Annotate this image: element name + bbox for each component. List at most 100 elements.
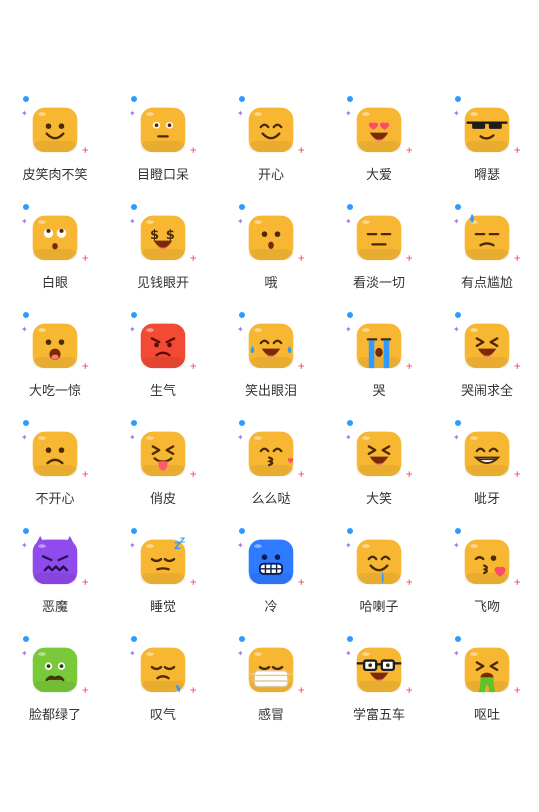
eye-roll-icon[interactable]: ✦ + [21, 204, 89, 264]
nerd-glasses-icon[interactable]: ✦ + [345, 636, 413, 696]
sparkle-star-icon: ✦ [453, 541, 460, 550]
sparkle-star-icon: ✦ [453, 109, 460, 118]
stunned-icon[interactable]: ✦ + [129, 96, 197, 156]
emoji-item[interactable]: ✦ + 笑出眼泪 [217, 308, 325, 416]
emoji-item[interactable]: $ $ ✦ + 见钱眼开 [109, 200, 217, 308]
sparkle-star-icon: ✦ [237, 541, 244, 550]
emoji-item[interactable]: ✦ + 感冒 [217, 632, 325, 740]
sparkle-plus-icon: + [189, 362, 197, 372]
oh-icon[interactable]: ✦ + [237, 204, 305, 264]
awkward-sweat-icon[interactable]: ✦ + [453, 204, 521, 264]
emoji-item[interactable]: ✦ + 学富五车 [325, 632, 433, 740]
expressionless-icon[interactable]: ✦ + [345, 204, 413, 264]
emoji-item[interactable]: ✦ + 大笑 [325, 416, 433, 524]
sparkle-dot-icon [455, 636, 461, 642]
emoji-item[interactable]: ✦ + 哭 [325, 308, 433, 416]
shocked-icon[interactable]: ✦ + [21, 312, 89, 372]
emoji-item[interactable]: ✦ + 生气 [109, 308, 217, 416]
sparkle-plus-icon: + [405, 578, 413, 588]
emoji-item[interactable]: ✦ + 皮笑肉不笑 [1, 92, 109, 200]
sparkle-plus-icon: + [513, 578, 521, 588]
emoji-item[interactable]: ✦ + 哭闹求全 [433, 308, 539, 416]
sparkle-plus-icon: + [189, 470, 197, 480]
crying-icon[interactable]: ✦ + [345, 312, 413, 372]
tongue-out-icon[interactable]: ✦ + [129, 420, 197, 480]
sparkle-star-icon: ✦ [21, 433, 28, 442]
emoji-label: 看淡一切 [352, 276, 405, 291]
sparkle-star-icon: ✦ [345, 433, 352, 442]
emoji-item[interactable]: ✦ + 大吃一惊 [1, 308, 109, 416]
emoji-item[interactable]: ✦ + 脸都绿了 [1, 632, 109, 740]
emoji-label: 大吃一惊 [28, 384, 81, 399]
sleeping-icon[interactable]: Z Z ✦ + [129, 528, 197, 588]
unhappy-icon[interactable]: ✦ + [21, 420, 89, 480]
sparkle-plus-icon: + [81, 362, 89, 372]
sigh-icon[interactable]: ✦ + [129, 636, 197, 696]
svg-text:$: $ [150, 228, 159, 243]
emoji-item[interactable]: ✦ + 有点尴尬 [433, 200, 539, 308]
sparkle-dot-icon [23, 528, 29, 534]
grin-teeth-icon[interactable]: ✦ + [453, 420, 521, 480]
sparkle-plus-icon: + [405, 254, 413, 264]
emoji-item[interactable]: ✦ + 恶魔 [1, 524, 109, 632]
sparkle-dot-icon [239, 312, 245, 318]
kiss-icon[interactable]: ✦ + [237, 420, 305, 480]
nauseated-icon[interactable]: ✦ + [21, 636, 89, 696]
emoji-item[interactable]: ✦ + 飞吻 [433, 524, 539, 632]
emoji-item[interactable]: ✦ + 嘚瑟 [433, 92, 539, 200]
angry-icon[interactable]: ✦ + [129, 312, 197, 372]
grimace-smile-icon[interactable]: ✦ + [21, 96, 89, 156]
sparkle-plus-icon: + [297, 254, 305, 264]
happy-icon[interactable]: ✦ + [237, 96, 305, 156]
sparkle-dot-icon [347, 420, 353, 426]
tears-of-joy-icon[interactable]: ✦ + [237, 312, 305, 372]
sparkle-plus-icon: + [513, 254, 521, 264]
emoji-label: 有点尴尬 [460, 276, 513, 291]
emoji-label: 呕吐 [473, 708, 500, 723]
drooling-icon[interactable]: ✦ + [345, 528, 413, 588]
emoji-item[interactable]: ✦ + 哈喇子 [325, 524, 433, 632]
emoji-label: 哦 [264, 276, 278, 291]
sparkle-plus-icon: + [297, 578, 305, 588]
emoji-item[interactable]: ✦ + 么么哒 [217, 416, 325, 524]
sparkle-star-icon: ✦ [21, 649, 28, 658]
sparkle-star-icon: ✦ [345, 649, 352, 658]
emoji-item[interactable]: ✦ + 开心 [217, 92, 325, 200]
wailing-icon[interactable]: ✦ + [453, 312, 521, 372]
emoji-item[interactable]: ✦ + 呕吐 [433, 632, 539, 740]
sparkle-star-icon: ✦ [237, 433, 244, 442]
sparkle-dot-icon [347, 636, 353, 642]
emoji-label: 白眼 [41, 276, 68, 291]
emoji-item[interactable]: Z Z ✦ + 睡觉 [109, 524, 217, 632]
sparkle-dot-icon [131, 528, 137, 534]
emoji-item[interactable]: ✦ + 俏皮 [109, 416, 217, 524]
sparkle-star-icon: ✦ [237, 109, 244, 118]
money-eyes-icon[interactable]: $ $ ✦ + [129, 204, 197, 264]
sparkle-plus-icon: + [81, 578, 89, 588]
emoji-item[interactable]: ✦ + 叹气 [109, 632, 217, 740]
emoji-item[interactable]: ✦ + 白眼 [1, 200, 109, 308]
emoji-label: 大爱 [365, 168, 392, 183]
emoji-item[interactable]: ✦ + 冷 [217, 524, 325, 632]
sparkle-plus-icon: + [297, 362, 305, 372]
emoji-item[interactable]: ✦ + 哦 [217, 200, 325, 308]
emoji-label: 恶魔 [41, 600, 68, 615]
emoji-item[interactable]: ✦ + 看淡一切 [325, 200, 433, 308]
vomit-icon[interactable]: ✦ + [453, 636, 521, 696]
emoji-item[interactable]: ✦ + 不开心 [1, 416, 109, 524]
devil-icon[interactable]: ✦ + [21, 528, 89, 588]
heart-eyes-icon[interactable]: ✦ + [345, 96, 413, 156]
sparkle-dot-icon [347, 312, 353, 318]
sparkle-plus-icon: + [513, 362, 521, 372]
sunglasses-icon[interactable]: ✦ + [453, 96, 521, 156]
emoji-item[interactable]: ✦ + 呲牙 [433, 416, 539, 524]
cold-icon[interactable]: ✦ + [237, 528, 305, 588]
emoji-label: 哭 [372, 384, 386, 399]
emoji-item[interactable]: ✦ + 大爱 [325, 92, 433, 200]
laughing-icon[interactable]: ✦ + [345, 420, 413, 480]
sparkle-star-icon: ✦ [345, 541, 352, 550]
blow-kiss-icon[interactable]: ✦ + [453, 528, 521, 588]
sparkle-plus-icon: + [405, 686, 413, 696]
mask-icon[interactable]: ✦ + [237, 636, 305, 696]
emoji-item[interactable]: ✦ + 目瞪口呆 [109, 92, 217, 200]
